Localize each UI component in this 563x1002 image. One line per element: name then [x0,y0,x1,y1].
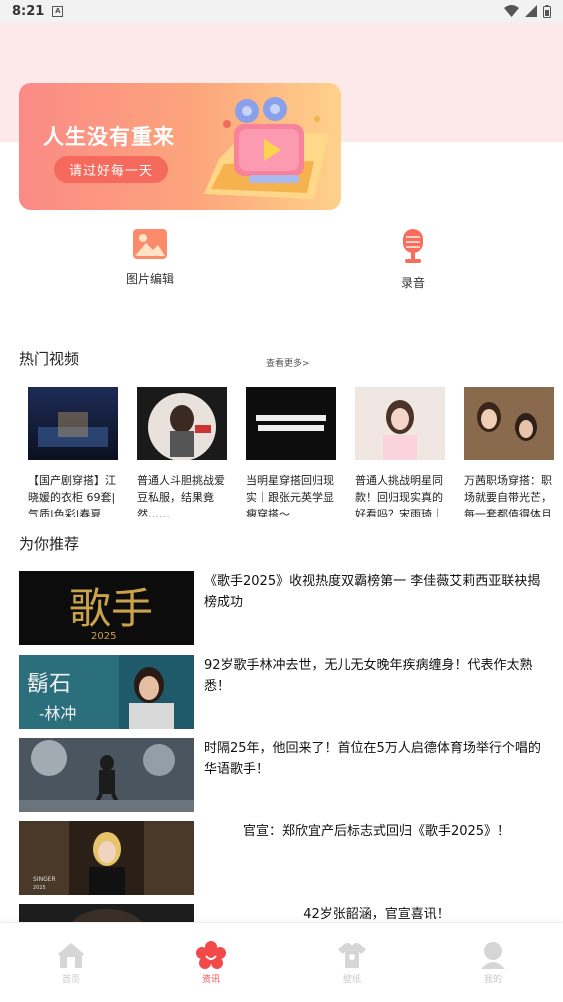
news-item[interactable]: 鬍石 -林冲 92岁歌手林冲去世，无儿无女晚年疾病缠身！代表作太熟悉！ [19,655,549,729]
quick-action-label: 录音 [400,276,425,290]
banner-title: 人生没有重来 [43,125,175,149]
video-caption: 普通人斗胆挑战爱豆私服，结果竟然…… [137,474,225,517]
news-item[interactable]: 时隔25年，他回来了！首位在5万人启德体育场举行个唱的华语歌手！ [19,738,549,812]
quick-action-label: 图片编辑 [125,272,174,286]
svg-text:-林冲: -林冲 [39,704,76,723]
recommend-title: 为你推荐 [19,535,80,553]
video-card[interactable]: 万茜职场穿搭：职场就要自带光芒，每一套都值得体且不装｜正值得借鉴的职场穿搭 [464,387,554,517]
video-card[interactable]: 普通人斗胆挑战爱豆私服，结果竟然…… [137,387,227,517]
see-more-link[interactable]: 查看更多> [266,356,310,369]
tab-wallpaper[interactable]: 壁纸 [317,941,387,985]
svg-text:歌手: 歌手 [69,584,153,633]
video-thumbnail [137,387,227,461]
news-headline: 92岁歌手林冲去世，无儿无女晚年疾病缠身！代表作太熟悉！ [204,658,533,694]
notification-icon: A [52,5,64,17]
svg-text:2025: 2025 [91,631,116,642]
video-thumbnail [246,387,336,460]
svg-text:SINGER: SINGER [33,876,56,883]
tab-label: 我的 [483,975,502,985]
video-caption: 普通人挑战明星同款！回归现实真的好看吗？宋雨琦｜ [355,474,443,517]
video-card[interactable]: 【国产剧穿搭】江晓媛的衣柜 69套|气质|色彩|春夏 [28,387,118,517]
status-time: 8:21 [12,3,45,19]
svg-text:鬍石: 鬍石 [27,672,71,697]
news-flower-icon [196,941,226,969]
microphone-icon [403,229,423,263]
news-thumbnail: SINGER 2025 [19,821,194,895]
bottom-tab-bar: 首页 资讯 壁纸 我的 [0,922,563,1002]
home-icon [58,943,84,968]
tab-profile[interactable]: 我的 [458,941,528,985]
svg-text:2025: 2025 [33,885,46,891]
status-bar: 8:21 A [0,0,563,22]
news-item[interactable]: SINGER 2025 官宣：郑欣宜产后标志式回归《歌手2025》！ [19,821,549,895]
video-thumbnail [464,387,554,460]
video-card[interactable]: 普通人挑战明星同款！回归现实真的好看吗？宋雨琦｜ [355,387,445,517]
news-thumbnail: 歌手 2025 [19,571,194,645]
wifi-icon [504,5,519,17]
quick-action-record[interactable]: 录音 [363,228,463,291]
hot-videos-carousel[interactable]: 【国产剧穿搭】江晓媛的衣柜 69套|气质|色彩|春夏 普通人斗胆挑战爱豆私服，结… [28,387,563,517]
video-caption: 万茜职场穿搭：职场就要自带光芒，每一套都值得体且不装｜正值得借鉴的职场穿搭 [464,474,552,517]
video-card[interactable]: 当明星穿搭回归现实｜跟张元英学显瘦穿搭～ [246,387,336,517]
signal-icon [525,5,537,17]
profile-icon [481,942,505,969]
video-thumbnail [355,387,445,460]
news-headline: 官宣：郑欣宜产后标志式回归《歌手2025》！ [242,824,511,839]
quick-action-image-edit[interactable]: 图片编辑 [100,228,200,287]
tshirt-icon [338,943,366,968]
status-icons [504,4,551,18]
news-thumbnail: 鬍石 -林冲 [19,655,194,729]
battery-icon [543,4,551,18]
hot-videos-title: 热门视频 [19,350,80,368]
news-item[interactable]: 歌手 2025 《歌手2025》收视热度双霸榜第一 李佳薇艾莉西亚联袂揭榜成功 [19,571,549,645]
promo-banner[interactable]: 人生没有重来 请过好每一天 [19,83,341,210]
tab-label: 资讯 [201,975,220,985]
video-thumbnail [28,387,118,460]
image-edit-icon [133,229,167,259]
banner-button[interactable]: 请过好每一天 [54,156,168,183]
film-projector-illustration [204,97,329,199]
video-caption: 当明星穿搭回归现实｜跟张元英学显瘦穿搭～ [246,474,334,517]
tab-label: 壁纸 [342,975,361,985]
video-caption: 【国产剧穿搭】江晓媛的衣柜 69套|气质|色彩|春夏 [28,474,116,517]
tab-home[interactable]: 首页 [36,941,106,985]
news-headline: 《歌手2025》收视热度双霸榜第一 李佳薇艾莉西亚联袂揭榜成功 [204,574,541,610]
tab-news[interactable]: 资讯 [176,941,246,985]
news-thumbnail [19,738,194,812]
tab-label: 首页 [61,975,80,985]
news-headline: 时隔25年，他回来了！首位在5万人启德体育场举行个唱的华语歌手！ [204,741,541,777]
